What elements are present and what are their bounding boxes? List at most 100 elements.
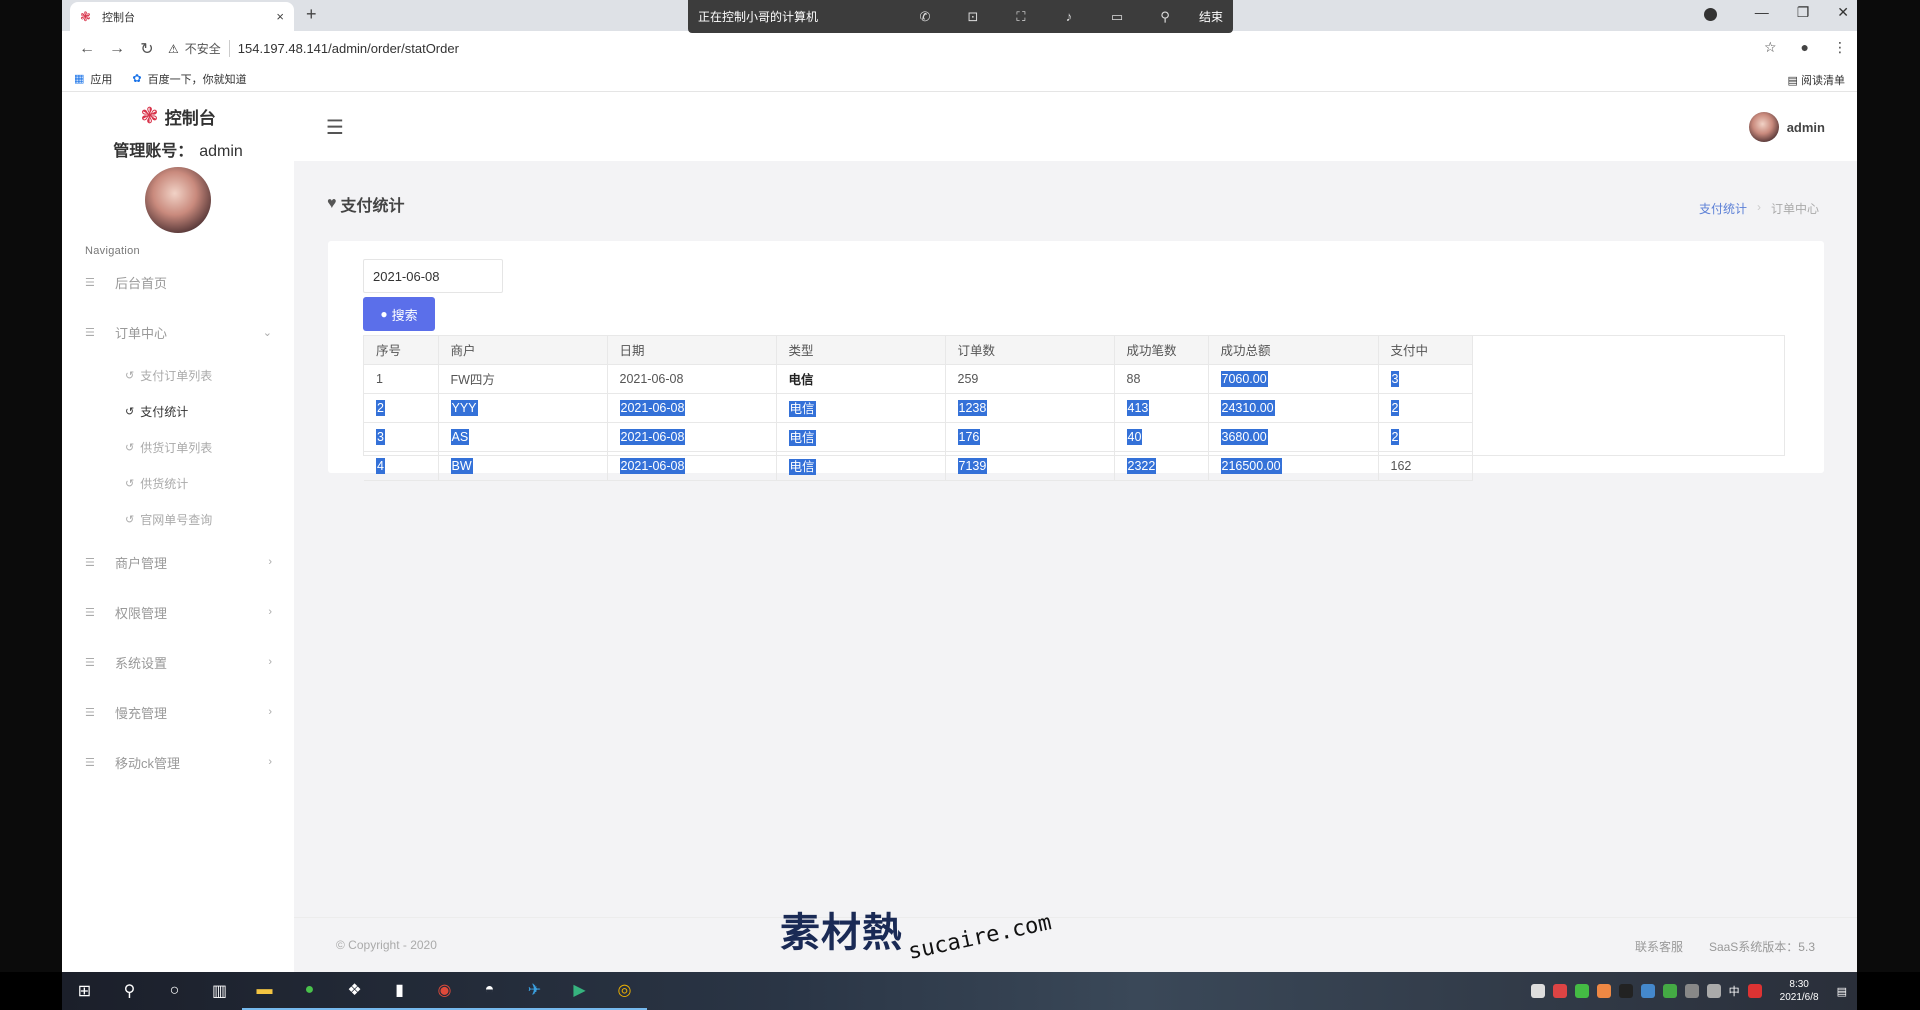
tray-qq-icon[interactable] bbox=[1618, 984, 1633, 998]
tray-window-icon[interactable] bbox=[1530, 984, 1545, 998]
window-close-icon[interactable]: ✕ bbox=[1837, 4, 1849, 21]
column-header[interactable]: 成功笔数 bbox=[1113, 336, 1209, 365]
window-controls: — ❐ ✕ bbox=[1755, 4, 1849, 21]
sidebar-item-slow-charge[interactable]: ☰ 慢充管理 › bbox=[62, 687, 294, 737]
media-player-icon[interactable]: ▶ bbox=[557, 972, 602, 1010]
system-tray: 中 8:30 2021/6/8 ▤ bbox=[1530, 972, 1847, 1010]
tray-wechat-icon[interactable] bbox=[1662, 984, 1677, 998]
forward-arrow-icon[interactable]: → bbox=[102, 40, 132, 58]
table-cell: 176 bbox=[944, 421, 1115, 452]
table-row: 2 YYY 2021-06-08 电信 1238 413 24310.00 2 bbox=[364, 392, 1473, 423]
new-tab-button[interactable]: + bbox=[306, 4, 317, 25]
bookmarks-bar: ▦ 应用 ✿ 百度一下，你就知道 ▤ 阅读清单 bbox=[62, 66, 1857, 92]
pin-icon[interactable]: ⚲ bbox=[1141, 9, 1189, 25]
apps-grid-icon: ▦ bbox=[74, 73, 85, 85]
search-button-label: 搜索 bbox=[391, 307, 418, 323]
end-session-button[interactable]: 结束 bbox=[1199, 8, 1223, 25]
column-header[interactable]: 订单数 bbox=[944, 336, 1115, 365]
brand-title: 控制台 bbox=[164, 108, 216, 128]
list-icon: ☰ bbox=[85, 756, 95, 769]
date-input[interactable] bbox=[363, 259, 503, 293]
cell-text-selected: 4 bbox=[376, 457, 385, 474]
reload-icon[interactable]: ↻ bbox=[132, 39, 162, 59]
browser-tab[interactable]: ❃ 控制台 × bbox=[70, 2, 294, 31]
cell-text-selected: 2 bbox=[1390, 399, 1400, 416]
reading-list-button[interactable]: ▤ 阅读清单 bbox=[1788, 72, 1845, 88]
tray-blue-icon[interactable] bbox=[1640, 984, 1655, 998]
column-header[interactable]: 商户 bbox=[437, 336, 608, 365]
cortana-icon[interactable]: ○ bbox=[152, 972, 197, 1010]
fullscreen-icon[interactable]: ⛶ bbox=[997, 9, 1045, 25]
terminal-icon[interactable]: ▮ bbox=[377, 972, 422, 1010]
top-header: ☰ admin bbox=[294, 93, 1857, 161]
contact-support-link[interactable]: 联系客服 bbox=[1635, 938, 1683, 955]
column-header[interactable]: 日期 bbox=[606, 336, 777, 365]
watermark-en: sucaire.com bbox=[905, 910, 1054, 965]
sidebar-item-settings[interactable]: ☰ 系统设置 › bbox=[62, 637, 294, 687]
tab-close-icon[interactable]: × bbox=[276, 9, 284, 24]
cell-text-selected: YYY bbox=[450, 399, 478, 416]
hd-icon[interactable]: ▭ bbox=[1093, 9, 1141, 25]
sidebar-subitem-order-lookup[interactable]: ↺ 官网单号查询 bbox=[62, 501, 294, 537]
system-clock[interactable]: 8:30 2021/6/8 bbox=[1780, 978, 1819, 1004]
column-header[interactable]: 成功总额 bbox=[1207, 336, 1379, 365]
sidebar-subitem-supply-stats[interactable]: ↺ 供货统计 bbox=[62, 465, 294, 501]
sidebar-item-orders[interactable]: ☰ 订单中心 ⌄ bbox=[62, 307, 294, 357]
bookmark-baidu[interactable]: ✿ 百度一下，你就知道 bbox=[132, 71, 246, 87]
tray-network-icon[interactable] bbox=[1684, 984, 1699, 998]
windows-start-icon[interactable]: ⊞ bbox=[62, 972, 107, 1010]
tray-orange-icon[interactable] bbox=[1596, 984, 1611, 998]
restore-icon[interactable]: ❐ bbox=[1797, 4, 1810, 21]
sidebar-subitem-pay-stats[interactable]: ↺ 支付统计 bbox=[62, 393, 294, 429]
profile-indicator-icon[interactable] bbox=[1704, 8, 1717, 21]
file-explorer-icon[interactable]: ▬ bbox=[242, 972, 287, 1010]
remote-bar-title: 正在控制小哥的计算机 bbox=[698, 10, 819, 24]
tray-red-icon[interactable] bbox=[1552, 984, 1567, 998]
tray-volume-icon[interactable] bbox=[1706, 984, 1721, 998]
tray-green-icon[interactable] bbox=[1574, 984, 1589, 998]
brand[interactable]: ❃ 控制台 bbox=[62, 103, 294, 129]
table-cell: 3680.00 bbox=[1207, 421, 1379, 452]
volume-icon[interactable]: ♪ bbox=[1045, 9, 1093, 24]
column-header[interactable]: 类型 bbox=[775, 336, 946, 365]
sidebar-item-permissions[interactable]: ☰ 权限管理 › bbox=[62, 587, 294, 637]
tray-red-s-icon[interactable] bbox=[1747, 984, 1762, 998]
chrome-icon[interactable]: ◎ bbox=[602, 972, 647, 1010]
sidebar-item-dashboard[interactable]: ☰ 后台首页 bbox=[62, 257, 294, 307]
sidebar-subitem-supply-orders[interactable]: ↺ 供货订单列表 bbox=[62, 429, 294, 465]
network-app-icon[interactable]: ❖ bbox=[332, 972, 377, 1010]
table-cell: AS bbox=[437, 421, 608, 452]
green-app-icon[interactable]: ● bbox=[287, 972, 332, 1010]
sidebar-subitem-label: 官网单号查询 bbox=[140, 512, 213, 527]
actual-size-icon[interactable]: ⊡ bbox=[949, 9, 997, 25]
snail-app-icon[interactable]: ◉ bbox=[422, 972, 467, 1010]
menu-dots-icon[interactable]: ⋮ bbox=[1833, 39, 1847, 56]
account-icon[interactable]: ● bbox=[1801, 39, 1809, 56]
column-header[interactable]: 支付中 bbox=[1377, 336, 1473, 365]
task-view-icon[interactable]: ▥ bbox=[197, 972, 242, 1010]
search-button[interactable]: ● 搜索 bbox=[363, 297, 435, 331]
omnibox[interactable]: ⚠ 不安全 154.197.48.141/admin/order/statOrd… bbox=[160, 35, 1777, 62]
watermark: 素材熱 sucaire.com bbox=[780, 900, 1054, 965]
column-header[interactable]: 序号 bbox=[364, 336, 439, 365]
sidebar-item-merchants[interactable]: ☰ 商户管理 › bbox=[62, 537, 294, 587]
hamburger-menu-icon[interactable]: ☰ bbox=[326, 115, 344, 140]
search-icon[interactable]: ⚲ bbox=[107, 972, 152, 1010]
user-menu[interactable]: admin bbox=[1748, 112, 1825, 142]
bookmark-star-icon[interactable]: ☆ bbox=[1764, 39, 1777, 56]
brand-knot-icon: ❃ bbox=[140, 103, 159, 128]
sidebar-item-label: 订单中心 bbox=[115, 325, 168, 341]
back-arrow-icon[interactable]: ← bbox=[72, 40, 102, 58]
list-icon: ☰ bbox=[85, 606, 95, 619]
breadcrumb-link[interactable]: 支付统计 bbox=[1699, 200, 1747, 217]
sidebar-subitem-pay-orders[interactable]: ↺ 支付订单列表 bbox=[62, 357, 294, 393]
telegram-icon[interactable]: ✈ bbox=[512, 972, 557, 1010]
qq-penguin-icon[interactable]: ◓ bbox=[467, 972, 512, 1010]
minimize-icon[interactable]: — bbox=[1755, 4, 1769, 21]
bookmark-apps[interactable]: ▦ 应用 bbox=[74, 71, 112, 87]
phone-icon[interactable]: ✆ bbox=[901, 9, 949, 25]
sidebar-item-mobile-ck[interactable]: ☰ 移动ck管理 › bbox=[62, 737, 294, 787]
notification-icon[interactable]: ▤ bbox=[1837, 985, 1847, 998]
ime-indicator[interactable]: 中 bbox=[1729, 983, 1740, 999]
url-text[interactable]: 154.197.48.141/admin/order/statOrder bbox=[238, 41, 459, 56]
